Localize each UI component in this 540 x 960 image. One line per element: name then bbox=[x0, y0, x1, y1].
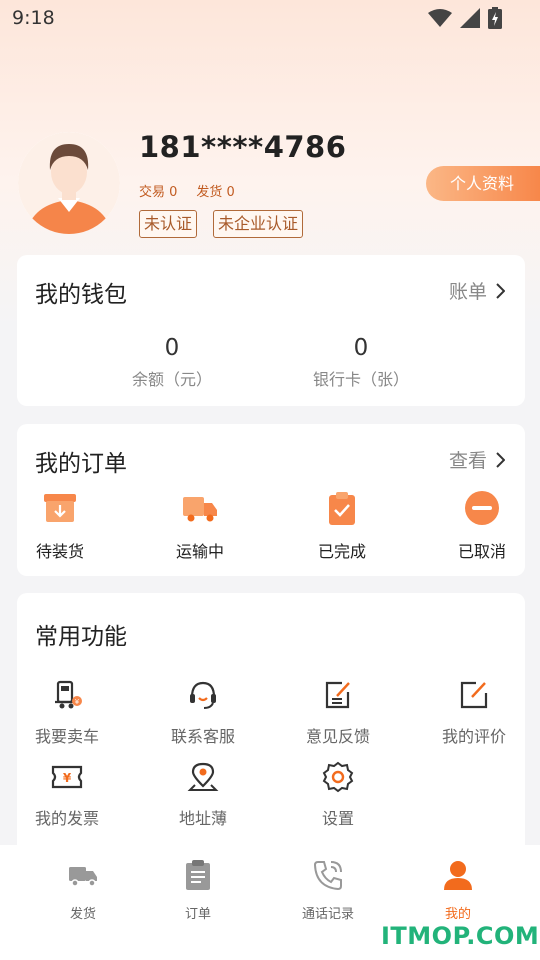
status-time: 9:18 bbox=[12, 7, 55, 29]
battery-icon bbox=[488, 7, 502, 29]
wallet-card: 我的钱包 账单 0 余额（元） 0 银行卡（张） bbox=[17, 255, 525, 406]
func-customer-service[interactable]: 联系客服 bbox=[148, 679, 258, 747]
tab-call-log[interactable]: 通话记录 bbox=[278, 859, 378, 922]
order-pending-load-label: 待装货 bbox=[35, 542, 84, 561]
order-completed[interactable]: 已完成 bbox=[297, 490, 387, 562]
order-in-transit-label: 运输中 bbox=[175, 542, 224, 561]
tab-mine[interactable]: 我的 bbox=[408, 859, 508, 922]
shipments-count[interactable]: 发货 0 bbox=[196, 181, 234, 200]
func-feedback-label: 意见反馈 bbox=[305, 727, 370, 746]
func-my-invoices[interactable]: ¥ 我的发票 bbox=[12, 761, 122, 829]
view-orders-link[interactable]: 查看 bbox=[449, 446, 505, 473]
feedback-icon bbox=[325, 681, 350, 709]
clipboard-check-icon bbox=[329, 492, 355, 525]
box-download-icon bbox=[44, 494, 76, 522]
watermark: ITMOP.COM bbox=[381, 922, 540, 950]
func-address-book-label: 地址薄 bbox=[178, 809, 227, 828]
svg-text:¥: ¥ bbox=[63, 771, 72, 785]
tab-orders-label: 订单 bbox=[184, 907, 211, 922]
person-icon bbox=[444, 861, 472, 890]
minus-circle-icon bbox=[465, 491, 499, 525]
chevron-right-icon bbox=[496, 451, 505, 468]
status-icons bbox=[428, 7, 502, 29]
gear-icon bbox=[322, 761, 354, 793]
functions-card: 常用功能 ¥ 我要卖车 联系客服 意见反馈 我的评价 ¥ 我的发票 地址薄 设置 bbox=[17, 593, 525, 845]
order-pending-load[interactable]: 待装货 bbox=[15, 490, 105, 562]
bill-link[interactable]: 账单 bbox=[449, 277, 505, 304]
wifi-icon bbox=[428, 9, 452, 27]
bill-link-label: 账单 bbox=[448, 281, 487, 303]
func-feedback[interactable]: 意见反馈 bbox=[283, 679, 393, 747]
headset-icon bbox=[190, 681, 216, 709]
user-stats: 交易 0 发货 0 bbox=[139, 181, 235, 200]
functions-title: 常用功能 bbox=[35, 624, 127, 650]
user-phone: 181****4786 bbox=[139, 130, 347, 164]
truck-sell-icon: ¥ bbox=[55, 680, 82, 709]
edit-icon bbox=[460, 681, 488, 709]
bank-card-item[interactable]: 0 银行卡（张） bbox=[271, 335, 451, 390]
avatar[interactable] bbox=[18, 132, 120, 234]
view-orders-label: 查看 bbox=[448, 450, 487, 472]
user-avatar-icon bbox=[18, 132, 120, 234]
tab-orders[interactable]: 订单 bbox=[148, 859, 248, 922]
func-customer-service-label: 联系客服 bbox=[170, 727, 235, 746]
func-address-book[interactable]: 地址薄 bbox=[148, 761, 258, 829]
order-completed-label: 已完成 bbox=[317, 542, 366, 561]
truck-icon bbox=[183, 497, 217, 522]
func-settings[interactable]: 设置 bbox=[283, 761, 393, 829]
invoice-icon: ¥ bbox=[51, 765, 83, 789]
chevron-right-icon bbox=[496, 282, 505, 299]
location-icon bbox=[187, 762, 219, 791]
trades-count[interactable]: 交易 0 bbox=[139, 181, 177, 200]
wallet-title: 我的钱包 bbox=[35, 282, 127, 308]
order-in-transit[interactable]: 运输中 bbox=[155, 490, 245, 562]
tab-ship-label: 发货 bbox=[69, 907, 96, 922]
truck-icon bbox=[69, 867, 97, 887]
tab-mine-label: 我的 bbox=[444, 907, 471, 922]
orders-card: 我的订单 查看 待装货 运输中 已完成 已取消 bbox=[17, 424, 525, 576]
unverified-badge[interactable]: 未认证 bbox=[139, 210, 198, 238]
bank-card-label: 银行卡（张） bbox=[312, 370, 409, 389]
tab-ship[interactable]: 发货 bbox=[33, 859, 133, 922]
clipboard-icon bbox=[186, 860, 210, 890]
phone-icon bbox=[313, 861, 342, 891]
orders-title: 我的订单 bbox=[35, 451, 127, 477]
func-my-reviews[interactable]: 我的评价 bbox=[419, 679, 529, 747]
balance-label: 余额（元） bbox=[131, 370, 212, 389]
order-cancelled-label: 已取消 bbox=[457, 542, 506, 561]
svg-text:¥: ¥ bbox=[75, 698, 80, 706]
order-cancelled[interactable]: 已取消 bbox=[437, 490, 527, 562]
func-my-invoices-label: 我的发票 bbox=[34, 809, 99, 828]
enterprise-unverified-badge[interactable]: 未企业认证 bbox=[213, 210, 304, 238]
func-settings-label: 设置 bbox=[321, 809, 354, 828]
func-sell-truck[interactable]: ¥ 我要卖车 bbox=[12, 679, 122, 747]
status-bar: 9:18 bbox=[0, 0, 540, 36]
profile-button[interactable]: 个人资料 bbox=[426, 166, 540, 201]
balance-value: 0 bbox=[164, 335, 180, 361]
func-sell-truck-label: 我要卖车 bbox=[34, 727, 99, 746]
signal-icon bbox=[460, 8, 480, 28]
bank-card-value: 0 bbox=[353, 335, 369, 361]
tab-call-log-label: 通话记录 bbox=[301, 907, 354, 922]
balance-item[interactable]: 0 余额（元） bbox=[82, 335, 262, 390]
func-my-reviews-label: 我的评价 bbox=[441, 727, 506, 746]
